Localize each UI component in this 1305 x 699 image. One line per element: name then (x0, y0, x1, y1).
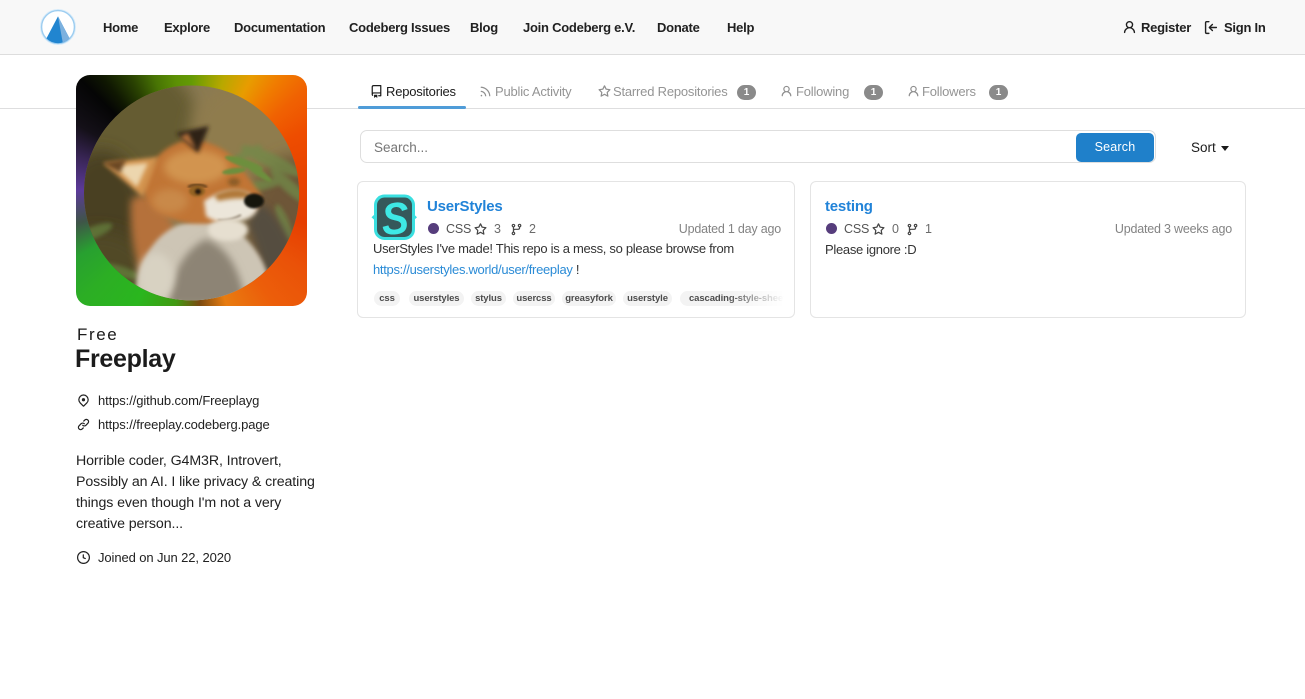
svg-text:S: S (380, 194, 410, 240)
